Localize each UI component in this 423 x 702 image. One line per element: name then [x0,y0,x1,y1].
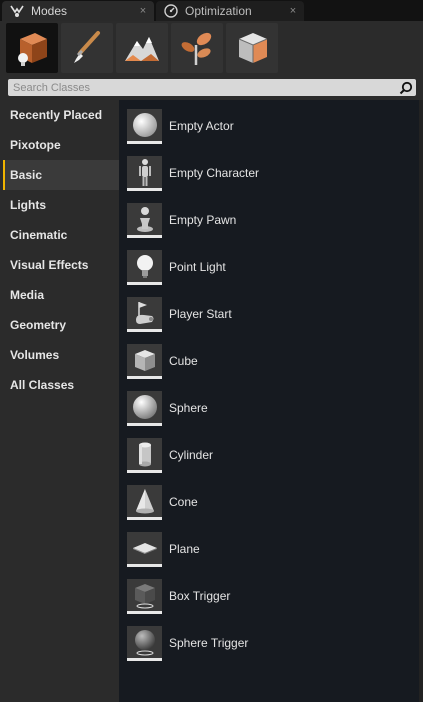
search-box [8,79,416,96]
empty-pawn-icon [127,202,162,238]
list-item[interactable]: Cone [127,482,419,522]
category-cinematic[interactable]: Cinematic [3,220,119,250]
empty-actor-icon [127,108,162,144]
landscape-mode-icon [125,37,159,61]
class-label: Cube [169,354,198,368]
list-item[interactable]: Cube [127,341,419,381]
tab-optimization[interactable]: Optimization × [156,1,304,21]
list-item[interactable]: Sphere Trigger [127,623,419,663]
class-list: Empty Actor Empty Character Empty Pawn P… [119,100,419,702]
class-label: Cone [169,495,198,509]
class-label: Plane [169,542,200,556]
tab-modes-label: Modes [31,4,68,18]
category-visual-effects[interactable]: Visual Effects [3,250,119,280]
class-label: Sphere [169,401,208,415]
category-geometry[interactable]: Geometry [3,310,119,340]
category-media[interactable]: Media [3,280,119,310]
class-label: Empty Pawn [169,213,237,227]
search-bar [0,76,423,100]
category-lights[interactable]: Lights [3,190,119,220]
paint-mode-icon [74,31,100,63]
category-volumes[interactable]: Volumes [3,340,119,370]
player-start-icon [127,296,162,332]
search-icon[interactable] [398,80,414,96]
cylinder-icon [127,437,162,473]
class-label: Empty Actor [169,119,234,133]
class-label: Player Start [169,307,232,321]
class-label: Point Light [169,260,226,274]
search-input[interactable] [8,79,398,96]
list-item[interactable]: Plane [127,529,419,569]
cone-icon [127,484,162,520]
category-pixotope[interactable]: Pixotope [3,130,119,160]
optimization-icon [163,3,179,19]
box-trigger-icon [127,578,162,614]
class-label: Sphere Trigger [169,636,249,650]
geometry-mode-icon [238,33,268,63]
category-recently-placed[interactable]: Recently Placed [3,100,119,130]
list-item[interactable]: Empty Character [127,153,419,193]
sphere-trigger-icon [127,625,162,661]
list-item[interactable]: Sphere [127,388,419,428]
list-item[interactable]: Empty Actor [127,106,419,146]
list-item[interactable]: Empty Pawn [127,200,419,240]
tab-modes[interactable]: Modes × [2,1,154,21]
plane-icon [127,531,162,567]
point-light-icon [127,249,162,285]
empty-character-icon [127,155,162,191]
list-item[interactable]: Point Light [127,247,419,287]
class-label: Cylinder [169,448,214,462]
class-label: Empty Character [169,166,260,180]
modes-icon [9,3,25,19]
class-label: Box Trigger [169,589,231,603]
tab-bar: Modes × Optimization × [0,0,423,21]
list-item[interactable]: Cylinder [127,435,419,475]
place-mode-panel: Recently Placed Pixotope Basic Lights Ci… [0,100,423,702]
list-item[interactable]: Player Start [127,294,419,334]
category-list: Recently Placed Pixotope Basic Lights Ci… [0,100,119,702]
close-icon[interactable]: × [136,5,150,17]
close-icon[interactable]: × [286,5,300,17]
foliage-mode-button[interactable] [171,23,223,73]
scrollbar[interactable] [419,100,423,702]
tab-optimization-label: Optimization [185,4,252,18]
sphere-icon [127,390,162,426]
geometry-mode-button[interactable] [226,23,278,73]
place-mode-icon [18,33,47,66]
landscape-mode-button[interactable] [116,23,168,73]
category-all-classes[interactable]: All Classes [3,370,119,400]
modes-toolbar [0,21,423,76]
list-item[interactable]: Box Trigger [127,576,419,616]
foliage-mode-icon [181,32,212,65]
place-mode-button[interactable] [6,23,58,73]
paint-mode-button[interactable] [61,23,113,73]
cube-icon [127,343,162,379]
category-basic[interactable]: Basic [3,160,119,190]
